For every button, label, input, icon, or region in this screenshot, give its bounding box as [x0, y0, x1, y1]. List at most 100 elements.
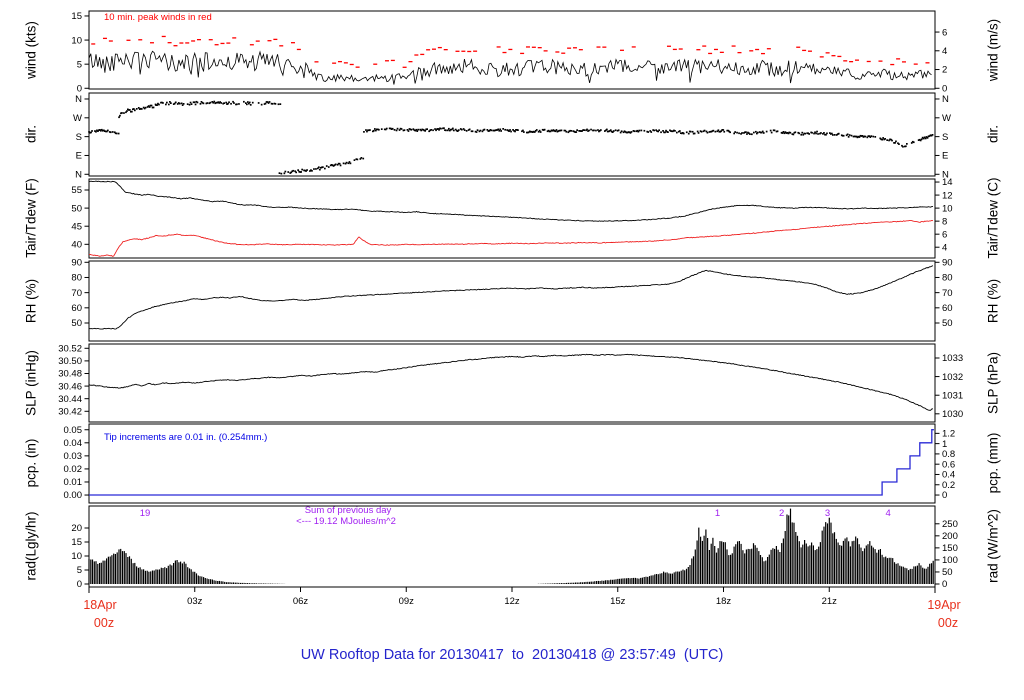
dir-dot [804, 132, 806, 135]
dir-dot [378, 128, 380, 131]
dir-dot [847, 136, 850, 138]
dir-dot [233, 102, 235, 104]
y-tick-label: 0.01 [64, 477, 83, 488]
y-tick-label: N [75, 94, 82, 105]
dir-dot [109, 131, 112, 134]
x-axis-end-time: 00z [937, 616, 959, 630]
dir-dot [902, 145, 904, 148]
dir-dot [247, 101, 249, 103]
dir-dot [823, 132, 825, 134]
dir-dot [189, 101, 192, 104]
axis-label-rh-right: RH (%) [985, 278, 1001, 324]
dir-dot [826, 132, 828, 135]
y-tick-label: 0.05 [64, 425, 83, 436]
axis-label-rad-left: rad(Lgly/hr) [23, 511, 39, 581]
y-tick-label: 30.46 [58, 381, 82, 392]
y-tick-label: 14 [942, 177, 953, 188]
dir-dot [440, 127, 442, 130]
axis-label-dir-left: dir. [23, 124, 39, 144]
x-tick-label: 15z [610, 596, 626, 607]
dir-dot [432, 129, 434, 132]
dir-dot [223, 102, 225, 104]
dir-dot [228, 101, 230, 104]
dir-dot [220, 102, 222, 104]
dir-dot [410, 128, 413, 131]
plot-canvas: 0510150246NESWNNESWN40455055468101214506… [58, 10, 963, 607]
dir-dot [504, 128, 506, 131]
axis-label-pcp-right: pcp. (mm) [985, 432, 1001, 494]
previous-day-sum-note-line2: <--- 19.12 MJoules/m^2 [296, 516, 396, 527]
dir-dot [180, 102, 183, 105]
dir-dot [295, 171, 297, 174]
dir-dot [391, 127, 394, 130]
dir-dot [746, 133, 748, 135]
y-tick-label: 50 [942, 567, 953, 578]
y-tick-label: E [942, 151, 948, 162]
dir-dot [630, 131, 633, 133]
dir-dot [426, 128, 428, 130]
dir-dot [463, 129, 466, 131]
dir-dot [279, 103, 282, 105]
dir-dot [509, 129, 511, 131]
dir-dot [453, 129, 455, 132]
dir-dot [322, 166, 324, 168]
y-tick-label: 70 [942, 288, 953, 299]
panel-box-slp [88, 343, 936, 423]
dir-dot [292, 169, 295, 172]
dir-dot [264, 102, 267, 105]
dir-dot [769, 129, 772, 132]
dir-dot [373, 129, 375, 132]
dir-dot [445, 129, 447, 132]
y-tick-label: 200 [942, 531, 958, 542]
dir-dot [134, 109, 136, 112]
dir-dot [121, 112, 123, 114]
dir-dot [674, 130, 676, 132]
y-tick-label: 1030 [942, 409, 963, 420]
dir-dot [640, 129, 643, 132]
dir-dot [325, 165, 328, 167]
y-tick-label: 0.6 [942, 459, 955, 470]
dir-dot [685, 131, 688, 134]
dir-dot [850, 134, 853, 137]
dir-dot [906, 143, 908, 145]
dir-dot [374, 128, 376, 130]
x-tick-label: 06z [293, 596, 309, 607]
dir-dot [362, 157, 365, 160]
dir-dot [792, 133, 795, 136]
dir-dot [543, 128, 546, 131]
dir-dot [213, 100, 216, 103]
dir-dot [400, 128, 403, 130]
y-tick-label: 30.44 [58, 394, 82, 405]
dir-dot [514, 130, 516, 133]
dir-dot [560, 129, 563, 132]
dir-dot [811, 131, 813, 134]
y-tick-label: N [942, 94, 949, 105]
dir-dot [313, 168, 315, 170]
dir-dot [714, 130, 717, 133]
dir-dot [920, 138, 923, 141]
y-tick-label: N [75, 169, 82, 180]
y-tick-label: 55 [71, 185, 82, 196]
y-tick-label: 250 [942, 519, 958, 530]
dir-dot [703, 129, 706, 132]
x-tick-label: 09z [399, 596, 415, 607]
y-tick-label: 10 [942, 203, 953, 214]
cumulative-mjoule-marker: 2 [779, 508, 784, 519]
dir-dot [874, 136, 877, 138]
series-Tdew_F [88, 219, 934, 257]
dir-dot [745, 131, 747, 133]
dir-dot [761, 130, 764, 133]
y-tick-label: W [73, 113, 82, 124]
dir-dot [182, 103, 185, 105]
dir-dot [794, 131, 797, 134]
dir-dot [555, 129, 558, 131]
y-tick-label: 70 [71, 288, 82, 299]
dir-dot [815, 132, 817, 135]
uw-rooftop-weather-plot: 0 5 10 15 0 2 4 6 N E S W N N E S W N 40 45 50 55 4 6 8 10 12 14 50 6… [0, 0, 1024, 700]
axis-label-wind-left: wind (kts) [23, 21, 39, 79]
dir-dot [722, 129, 725, 131]
y-tick-label: 90 [942, 257, 953, 268]
y-tick-label: 1 [942, 439, 947, 450]
dir-dot [360, 157, 363, 159]
dir-dot [653, 129, 655, 132]
